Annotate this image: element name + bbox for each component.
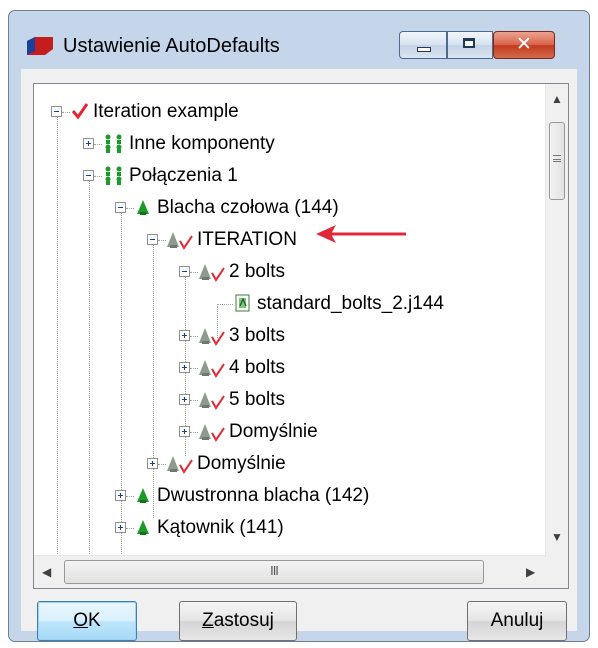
green-component-icon <box>135 486 151 510</box>
grey-check-icon <box>199 390 227 416</box>
apply-button[interactable]: Zastosuj <box>179 601 297 641</box>
tree-connector <box>126 208 134 209</box>
tree-item[interactable]: standard_bolts_2.j144 <box>34 288 544 320</box>
tree-connector <box>94 176 102 177</box>
tree-item[interactable]: ITERATION <box>34 224 544 256</box>
tree-connector <box>190 336 198 337</box>
tree-connector <box>126 528 134 529</box>
green-component-icon <box>135 198 151 222</box>
tree-item[interactable]: Blacha czołowa (144) <box>34 192 544 224</box>
red-check-icon <box>71 102 89 126</box>
tree-item[interactable]: Dwustronna blacha (142) <box>34 480 544 512</box>
horizontal-scrollbar[interactable]: ◀ III ▶ <box>34 555 546 588</box>
expand-icon[interactable] <box>147 458 158 469</box>
scroll-up-icon[interactable]: ▲ <box>551 92 563 106</box>
green-components-icon <box>103 134 125 160</box>
scroll-grip: III <box>270 563 279 578</box>
tree-item-label: Domyślnie <box>197 453 286 474</box>
tree-connector <box>62 112 70 113</box>
tree-item-label: Kątownik (141) <box>157 517 284 538</box>
attribute-file-icon <box>235 294 251 318</box>
tree-item-label: Inne komponenty <box>129 133 275 154</box>
tree-connector <box>190 400 198 401</box>
grey-check-icon <box>199 326 227 352</box>
tree-item[interactable]: 3 bolts <box>34 320 544 352</box>
scroll-right-icon[interactable]: ▶ <box>526 565 535 579</box>
expand-icon[interactable] <box>83 138 94 149</box>
minimize-button[interactable] <box>399 31 447 59</box>
collapse-icon[interactable] <box>179 266 190 277</box>
tree-item-label: 3 bolts <box>229 325 285 346</box>
grey-check-icon <box>199 262 227 288</box>
maximize-icon <box>463 38 475 48</box>
ok-label: K <box>88 610 101 631</box>
grey-check-icon <box>199 422 227 448</box>
collapse-icon[interactable] <box>147 234 158 245</box>
grey-check-icon <box>167 230 195 256</box>
scroll-left-icon[interactable]: ◀ <box>42 565 51 579</box>
green-component-icon <box>135 518 151 542</box>
tree-item[interactable]: Kątownik (141) <box>34 512 544 544</box>
title-bar[interactable]: Ustawienie AutoDefaults ✕ <box>9 11 589 71</box>
tree-item-label: ITERATION <box>197 229 297 250</box>
tree-connector <box>126 496 134 497</box>
scroll-corner <box>546 556 568 588</box>
expand-icon[interactable] <box>115 522 126 533</box>
grey-check-icon <box>199 358 227 384</box>
window-title: Ustawienie AutoDefaults <box>63 35 280 57</box>
scroll-down-icon[interactable]: ▼ <box>551 530 563 544</box>
tree-item-label: 4 bolts <box>229 357 285 378</box>
apply-label: astosuj <box>213 610 274 631</box>
tree-connector <box>94 144 102 145</box>
tree-item-label: Blacha czołowa (144) <box>157 197 339 218</box>
tree-connector <box>190 368 198 369</box>
tree-item-label: Iteration example <box>93 101 239 122</box>
tree-item-label: 5 bolts <box>229 389 285 410</box>
minimize-icon <box>417 47 431 52</box>
settings-tree[interactable]: Iteration example Inne komponenty Połączen… <box>33 83 569 589</box>
tree-item[interactable]: Połączenia 1 <box>34 160 544 192</box>
tree-item-label: Domyślnie <box>229 421 318 442</box>
collapse-icon[interactable] <box>115 202 126 213</box>
tree-connector <box>190 432 198 433</box>
vertical-scrollbar[interactable]: ▲ ▼ <box>545 84 568 556</box>
ok-button[interactable]: OK <box>37 601 137 641</box>
expand-icon[interactable] <box>179 426 190 437</box>
tree-connector <box>217 304 233 305</box>
cancel-button[interactable]: Anuluj <box>467 601 567 641</box>
tree-item[interactable]: 4 bolts <box>34 352 544 384</box>
green-components-icon <box>103 166 125 192</box>
tree-item-label: Połączenia 1 <box>129 165 238 186</box>
tree-item-label: standard_bolts_2.j144 <box>257 293 444 314</box>
ok-accelerator: O <box>73 610 89 631</box>
dialog-window: Ustawienie AutoDefaults ✕ Iteration exam… <box>8 10 590 642</box>
tree-item[interactable]: Domyślnie <box>34 416 544 448</box>
horizontal-scroll-thumb[interactable]: III <box>64 560 484 584</box>
expand-icon[interactable] <box>179 362 190 373</box>
grey-check-icon <box>167 454 195 480</box>
tree-item[interactable]: 2 bolts <box>34 256 544 288</box>
expand-icon[interactable] <box>115 490 126 501</box>
tree-item[interactable]: Domyślnie <box>34 448 544 480</box>
apply-accelerator: Z <box>202 610 214 631</box>
annotation-arrow <box>316 225 406 243</box>
tree-item[interactable]: Inne komponenty <box>34 128 544 160</box>
expand-icon[interactable] <box>179 330 190 341</box>
vertical-scroll-thumb[interactable] <box>549 122 565 200</box>
tree-item-label: Dwustronna blacha (142) <box>157 485 370 506</box>
close-icon: ✕ <box>516 34 532 55</box>
tree-connector <box>190 272 198 273</box>
tree-connector <box>158 240 166 241</box>
collapse-icon[interactable] <box>83 170 94 181</box>
collapse-icon[interactable] <box>51 106 62 117</box>
tree-connector <box>158 464 166 465</box>
app-icon <box>27 37 53 55</box>
close-button[interactable]: ✕ <box>493 31 555 59</box>
tree-item[interactable]: 5 bolts <box>34 384 544 416</box>
tree-item[interactable]: Iteration example <box>34 96 544 128</box>
tree-item-label: 2 bolts <box>229 261 285 282</box>
expand-icon[interactable] <box>179 394 190 405</box>
maximize-button[interactable] <box>447 31 493 59</box>
dialog-body: Iteration example Inne komponenty Połączen… <box>21 69 577 641</box>
